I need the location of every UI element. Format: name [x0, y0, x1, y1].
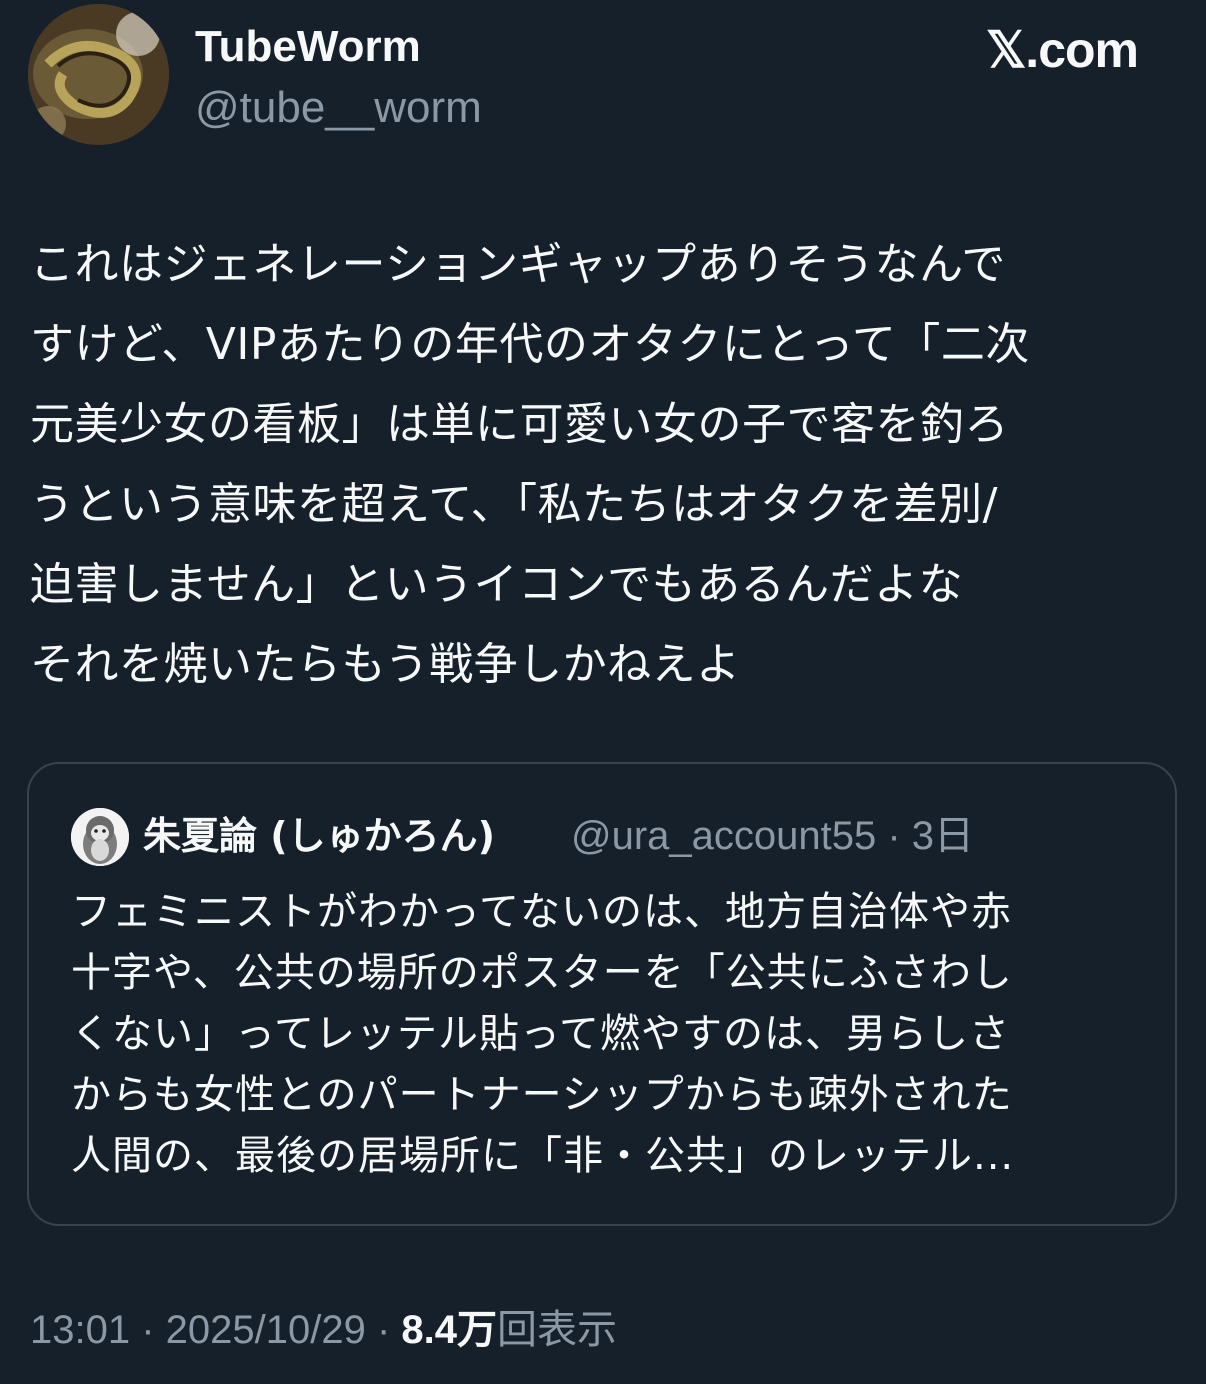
- user-handle[interactable]: @tube__worm: [195, 83, 482, 133]
- penguin-icon: [71, 808, 129, 866]
- views-count: 8.4万: [401, 1308, 497, 1352]
- x-logo: 𝕏.com: [986, 22, 1139, 78]
- quote-avatar[interactable]: [71, 808, 129, 866]
- quoted-tweet-card[interactable]: 朱夏論 (しゅかろん) @ura_account55 · 3日 フェミニストがわ…: [27, 762, 1177, 1226]
- quoted-handle-and-time[interactable]: @ura_account55 · 3日: [571, 810, 974, 862]
- views-label: 回表示: [497, 1308, 617, 1352]
- timestamp[interactable]: 13:01 · 2025/10/29 ·: [30, 1308, 401, 1352]
- tweet-text: これはジェネレーションギャップありそうなんで すけど、VIPあたりの年代のオタク…: [30, 239, 1030, 690]
- tweet-header: TubeWorm @tube__worm 𝕏.com: [28, 4, 1178, 149]
- profile-avatar[interactable]: [28, 4, 169, 145]
- quoted-tweet-text: フェミニストがわかってないのは、地方自治体や赤 十字や、公共の場所のポスターを「…: [71, 889, 1015, 1179]
- tweet-footer: 13:01 · 2025/10/29 · 8.4万回表示: [30, 1302, 617, 1358]
- tubeworm-photo-icon: [28, 4, 169, 145]
- display-name[interactable]: TubeWorm: [195, 22, 421, 72]
- quoted-display-name[interactable]: 朱夏論 (しゅかろん): [143, 810, 495, 862]
